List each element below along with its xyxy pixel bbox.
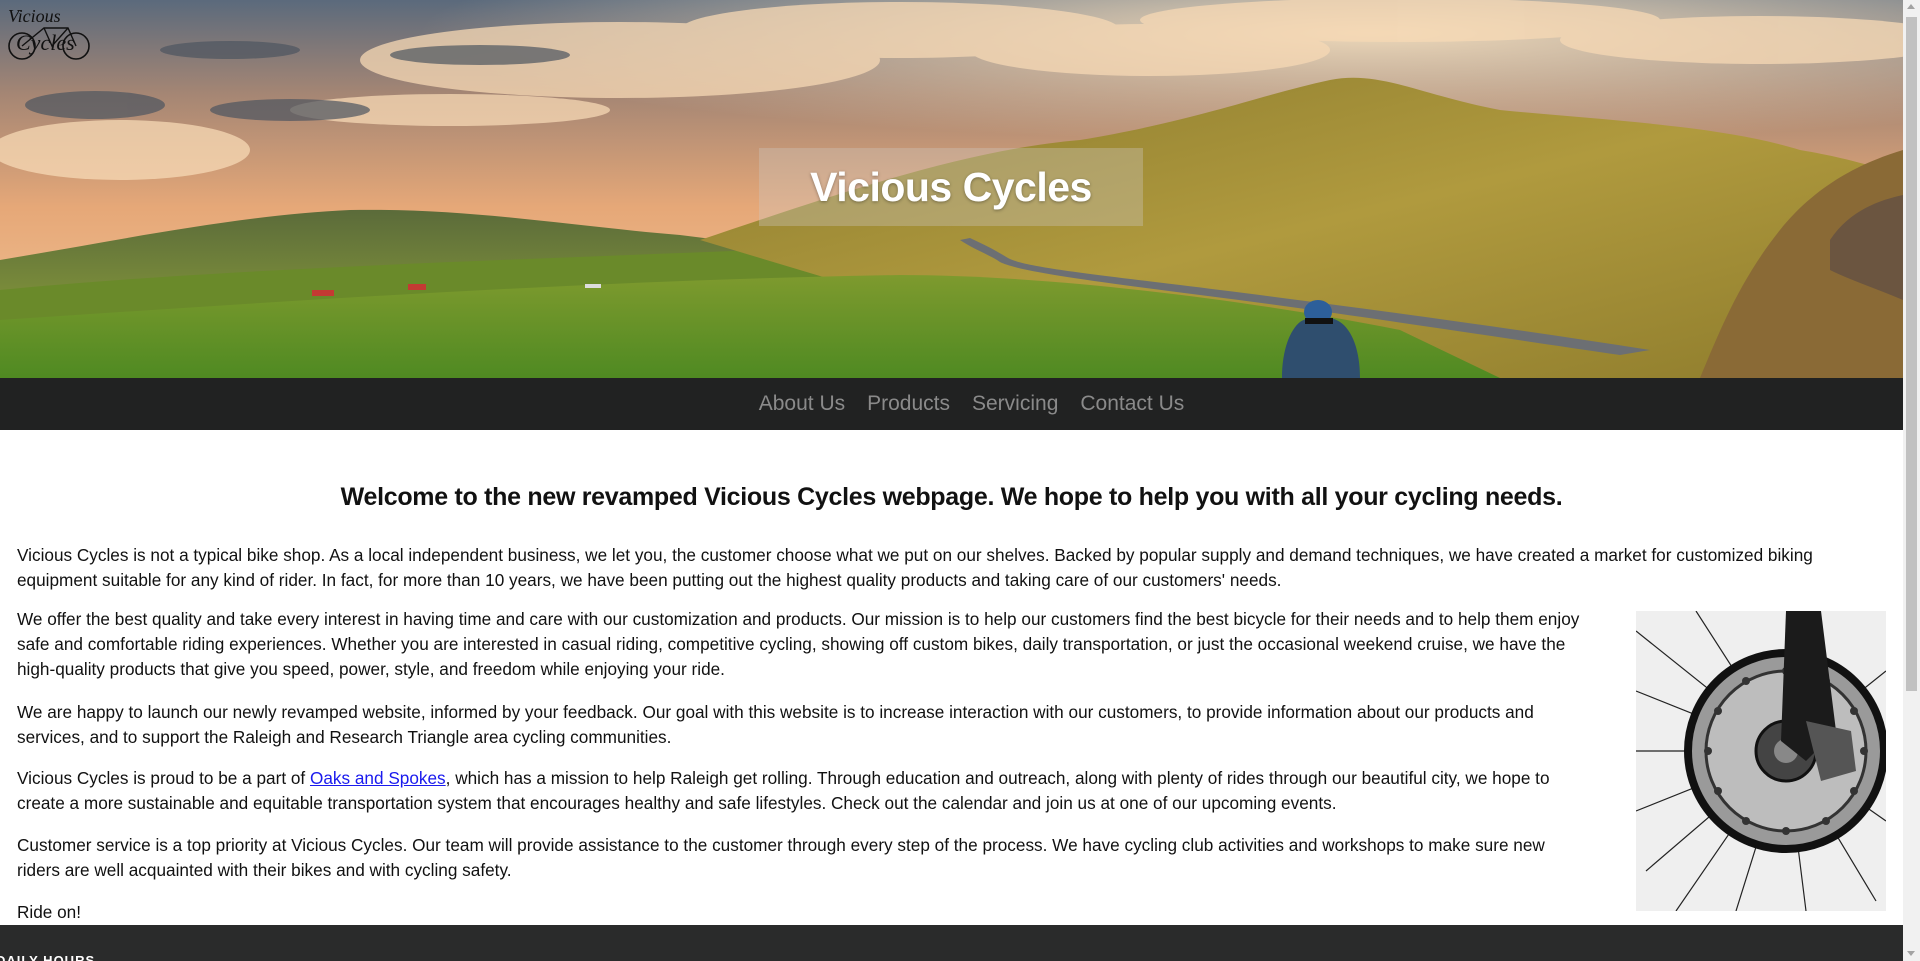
nav-item-about-us[interactable]: About Us [759, 392, 845, 416]
hero-title: Vicious Cycles [810, 164, 1092, 210]
hero-title-panel: Vicious Cycles [759, 148, 1143, 226]
main-content: Welcome to the new revamped Vicious Cycl… [0, 430, 1903, 925]
customer-service-paragraph: Customer service is a top priority at Vi… [17, 835, 1545, 881]
website-paragraph: We are happy to launch our newly revampe… [17, 702, 1534, 748]
quality-paragraph: We offer the best quality and take every… [17, 609, 1580, 680]
nav-item-products[interactable]: Products [867, 392, 950, 416]
scrollbar-thumb[interactable] [1906, 17, 1917, 691]
vertical-scrollbar[interactable] [1903, 0, 1920, 961]
oaks-and-spokes-link[interactable]: Oaks and Spokes [310, 768, 446, 788]
scroll-down-arrow-icon[interactable] [1907, 951, 1915, 956]
oaks-spokes-paragraph: Vicious Cycles is proud to be a part of … [17, 766, 1587, 816]
nav-item-contact-us[interactable]: Contact Us [1080, 392, 1184, 416]
site-footer: DAILY HOURS [0, 925, 1903, 961]
ride-on-text: Ride on! [17, 902, 82, 923]
main-nav: About Us Products Servicing Contact Us [0, 378, 1903, 430]
site-logo[interactable]: Vicious Cycles [6, 4, 92, 64]
logo-text-line2: Cycles [16, 30, 75, 55]
hero-banner: Vicious Cycles Vicious Cycles [0, 0, 1903, 378]
welcome-heading: Welcome to the new revamped Vicious Cycl… [340, 482, 1563, 511]
oaks-spokes-text-before: Vicious Cycles is proud to be a part of [17, 768, 310, 789]
logo-text-line1: Vicious [8, 6, 61, 26]
scroll-up-arrow-icon[interactable] [1907, 4, 1915, 9]
nav-item-servicing[interactable]: Servicing [972, 392, 1058, 416]
intro-paragraph: Vicious Cycles is not a typical bike sho… [17, 545, 1813, 591]
footer-daily-hours-heading: DAILY HOURS [0, 953, 96, 961]
disc-brake-wheel-image [1636, 611, 1886, 911]
page: Vicious Cycles Vicious Cycles About Us P… [0, 0, 1903, 961]
